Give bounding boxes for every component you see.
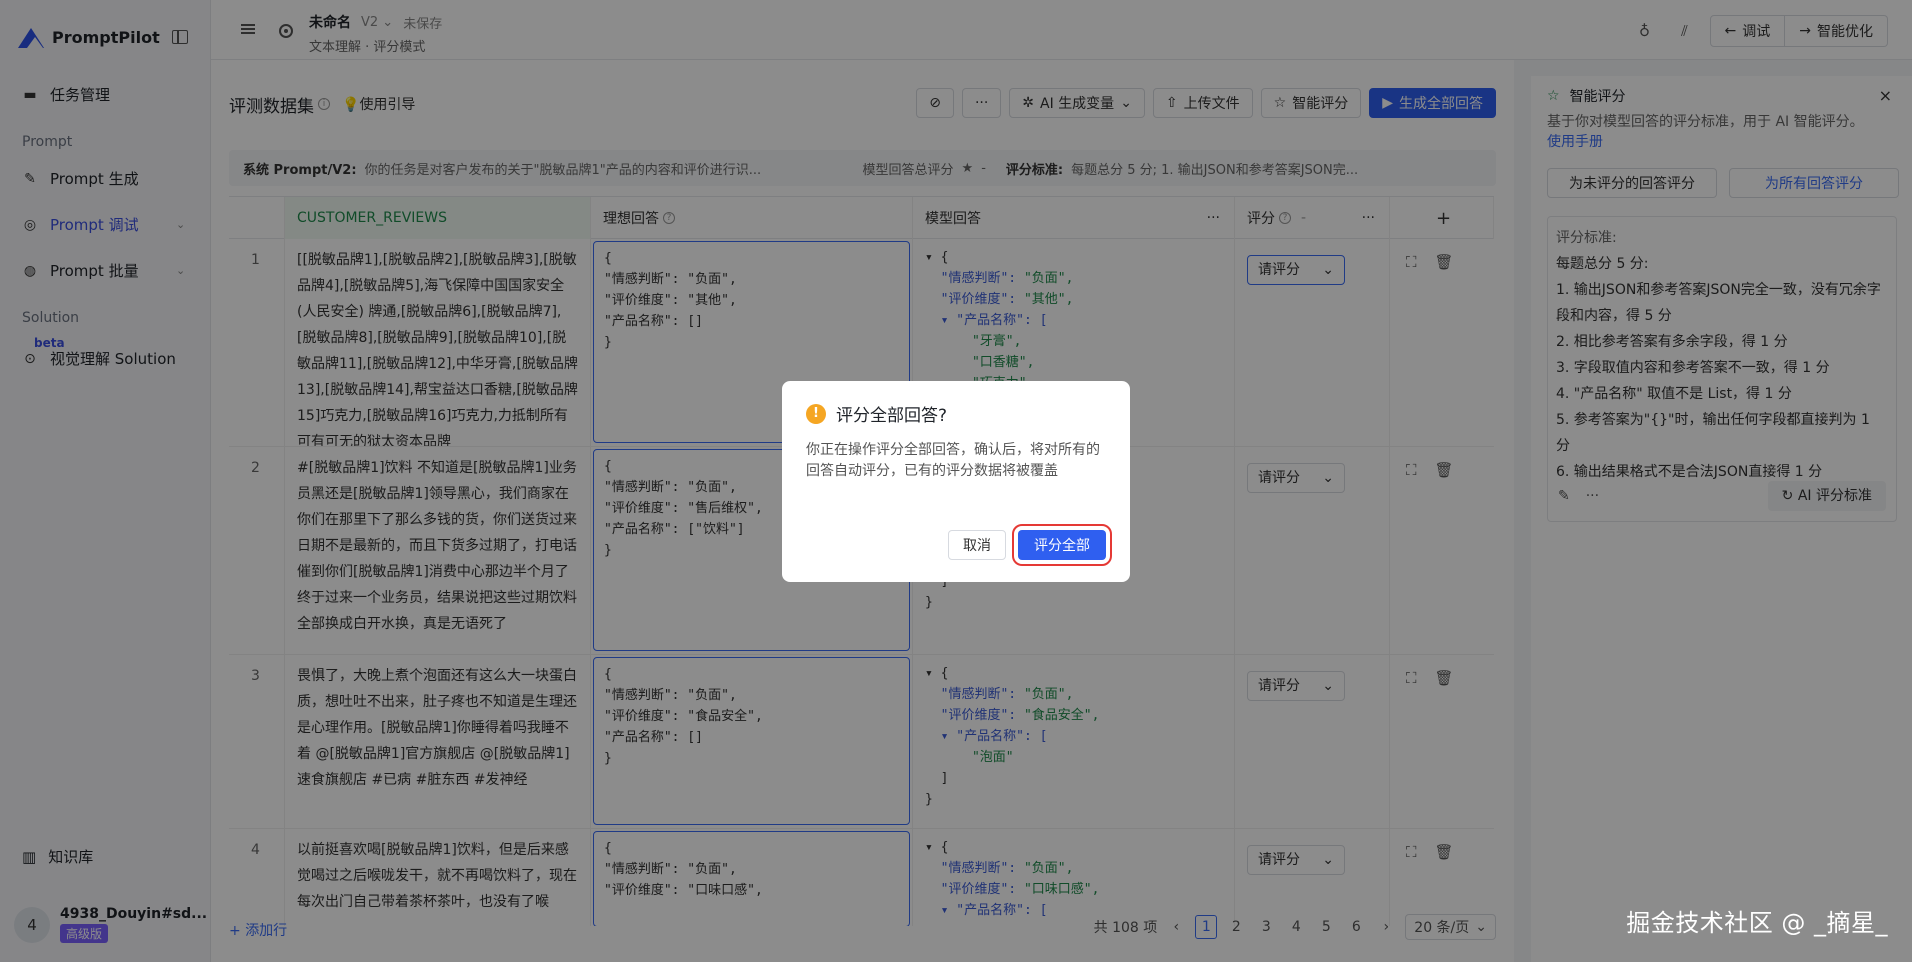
confirm-score-all-button[interactable]: 评分全部 <box>1012 524 1112 566</box>
dialog-body: 你正在操作评分全部回答，确认后，将对所有的回答自动评分，已有的评分数据将被覆盖 <box>806 442 1100 479</box>
dialog-actions: 取消 评分全部 <box>948 524 1112 566</box>
confirm-dialog: ! 评分全部回答? 你正在操作评分全部回答，确认后，将对所有的回答自动评分，已有… <box>782 381 1130 582</box>
warning-icon: ! <box>806 403 826 424</box>
dialog-header: ! 评分全部回答? <box>806 401 1106 426</box>
dialog-title: 评分全部回答? <box>836 406 948 426</box>
cancel-button[interactable]: 取消 <box>948 530 1006 560</box>
watermark: 掘金技术社区 @ _摘星_ <box>1626 909 1888 937</box>
